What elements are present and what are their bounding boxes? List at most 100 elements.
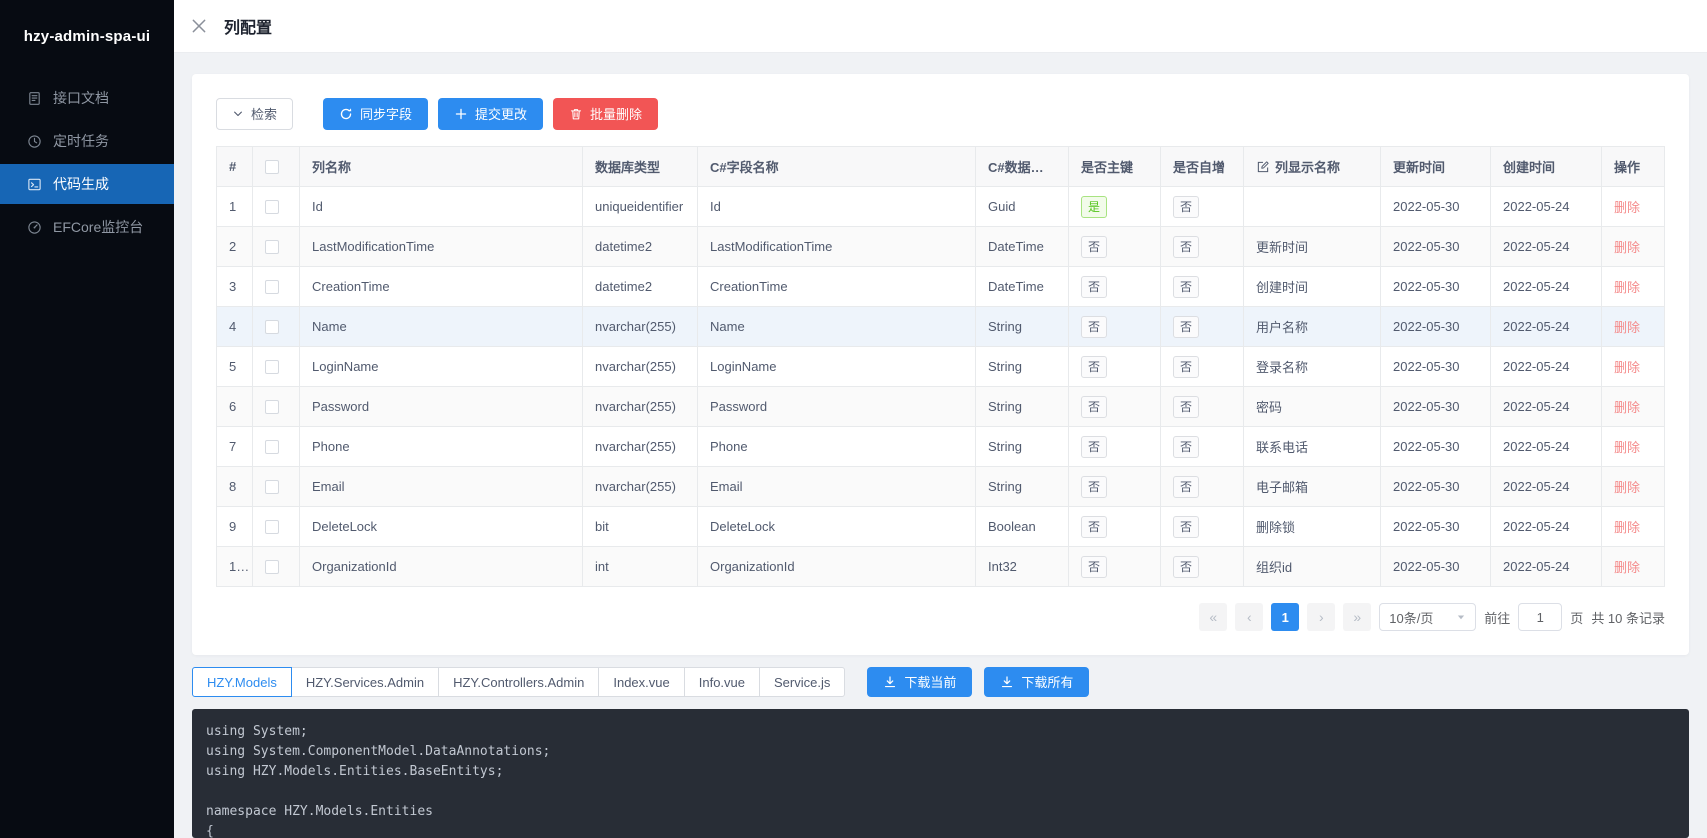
- sidebar-menu: 接口文档定时任务代码生成EFCore监控台: [0, 72, 174, 247]
- header-cs-data-type: C#数据类型: [976, 147, 1069, 187]
- primary-key-tag: 否: [1081, 516, 1107, 538]
- row-checkbox[interactable]: [265, 440, 279, 454]
- header-index: #: [217, 147, 253, 187]
- cell-actions: 删除: [1602, 187, 1665, 227]
- total-records: 共 10 条记录: [1591, 608, 1665, 627]
- table-row: 1IduniqueidentifierIdGuid是否2022-05-30202…: [217, 187, 1665, 227]
- primary-key-tag: 否: [1081, 316, 1107, 338]
- cell-column-name: Name: [300, 307, 583, 347]
- delete-row-button[interactable]: 删除: [1614, 200, 1640, 215]
- cell-display-name[interactable]: 组织id: [1244, 547, 1381, 587]
- cell-display-name[interactable]: 登录名称: [1244, 347, 1381, 387]
- cell-cs-field-name: Id: [698, 187, 976, 227]
- page-size-select[interactable]: 10条/页: [1379, 603, 1476, 631]
- header-is-primary-key: 是否主键: [1069, 147, 1161, 187]
- row-checkbox[interactable]: [265, 280, 279, 294]
- search-toggle-button[interactable]: 检索: [216, 98, 293, 130]
- cell-db-type: nvarchar(255): [583, 387, 698, 427]
- next-page-button[interactable]: ›: [1307, 603, 1335, 631]
- delete-row-button[interactable]: 删除: [1614, 280, 1640, 295]
- cell-cs-field-name: Password: [698, 387, 976, 427]
- cell-is-auto-increment: 否: [1161, 467, 1244, 507]
- cell-created-at: 2022-05-24: [1491, 347, 1602, 387]
- tab-hzy-controllers-admin[interactable]: HZY.Controllers.Admin: [438, 667, 599, 697]
- cell-cs-field-name: OrganizationId: [698, 547, 976, 587]
- delete-row-button[interactable]: 删除: [1614, 360, 1640, 375]
- cell-is-primary-key: 否: [1069, 547, 1161, 587]
- table-row: 2LastModificationTimedatetime2LastModifi…: [217, 227, 1665, 267]
- row-checkbox[interactable]: [265, 240, 279, 254]
- row-checkbox[interactable]: [265, 520, 279, 534]
- row-checkbox[interactable]: [265, 320, 279, 334]
- delete-row-button[interactable]: 删除: [1614, 440, 1640, 455]
- cell-display-name[interactable]: 更新时间: [1244, 227, 1381, 267]
- first-page-button[interactable]: «: [1199, 603, 1227, 631]
- file-tabs: HZY.ModelsHZY.Services.AdminHZY.Controll…: [192, 667, 845, 697]
- cell-is-primary-key: 否: [1069, 507, 1161, 547]
- sidebar-item-scheduled-tasks[interactable]: 定时任务: [0, 121, 174, 161]
- delete-row-button[interactable]: 删除: [1614, 480, 1640, 495]
- submit-changes-button[interactable]: 提交更改: [438, 98, 543, 130]
- goto-page-input[interactable]: [1518, 603, 1562, 631]
- cell-created-at: 2022-05-24: [1491, 307, 1602, 347]
- batch-delete-button[interactable]: 批量删除: [553, 98, 658, 130]
- edit-icon: [1256, 160, 1270, 174]
- cell-select: [253, 507, 300, 547]
- table-row: 10OrganizationIdintOrganizationIdInt32否否…: [217, 547, 1665, 587]
- cell-actions: 删除: [1602, 227, 1665, 267]
- cell-display-name[interactable]: 用户名称: [1244, 307, 1381, 347]
- code-preview: using System;using System.ComponentModel…: [192, 709, 1689, 838]
- cell-display-name[interactable]: 联系电话: [1244, 427, 1381, 467]
- cell-select: [253, 427, 300, 467]
- sidebar-item-efcore-monitor[interactable]: EFCore监控台: [0, 207, 174, 247]
- cell-cs-field-name: Phone: [698, 427, 976, 467]
- cell-column-name: LastModificationTime: [300, 227, 583, 267]
- cell-updated-at: 2022-05-30: [1381, 187, 1491, 227]
- sidebar-item-api-docs[interactable]: 接口文档: [0, 78, 174, 118]
- close-icon[interactable]: [190, 17, 208, 35]
- page-button-1[interactable]: 1: [1271, 603, 1299, 631]
- cell-updated-at: 2022-05-30: [1381, 467, 1491, 507]
- sync-fields-button[interactable]: 同步字段: [323, 98, 428, 130]
- row-checkbox[interactable]: [265, 360, 279, 374]
- delete-row-button[interactable]: 删除: [1614, 240, 1640, 255]
- row-checkbox[interactable]: [265, 200, 279, 214]
- download-icon: [1000, 675, 1014, 689]
- auto-increment-tag: 否: [1173, 276, 1199, 298]
- row-checkbox[interactable]: [265, 400, 279, 414]
- code-line: using System.ComponentModel.DataAnnotati…: [206, 742, 1675, 762]
- tab-service-js[interactable]: Service.js: [759, 667, 845, 697]
- sidebar-item-code-generation[interactable]: 代码生成: [0, 164, 174, 204]
- tab-hzy-models[interactable]: HZY.Models: [192, 667, 292, 697]
- auto-increment-tag: 否: [1173, 316, 1199, 338]
- cell-row-index: 2: [217, 227, 253, 267]
- cell-cs-data-type: String: [976, 387, 1069, 427]
- cell-column-name: OrganizationId: [300, 547, 583, 587]
- last-page-button[interactable]: »: [1343, 603, 1371, 631]
- download-current-button[interactable]: 下载当前: [867, 667, 972, 697]
- row-checkbox[interactable]: [265, 560, 279, 574]
- delete-row-button[interactable]: 删除: [1614, 560, 1640, 575]
- tab-index-vue[interactable]: Index.vue: [598, 667, 684, 697]
- delete-row-button[interactable]: 删除: [1614, 520, 1640, 535]
- delete-row-button[interactable]: 删除: [1614, 320, 1640, 335]
- auto-increment-tag: 否: [1173, 476, 1199, 498]
- main-area: 列配置 检索 同步字段: [174, 0, 1707, 838]
- table-row: 8Emailnvarchar(255)EmailString否否电子邮箱2022…: [217, 467, 1665, 507]
- download-all-button[interactable]: 下载所有: [984, 667, 1089, 697]
- prev-page-button[interactable]: ‹: [1235, 603, 1263, 631]
- cell-is-primary-key: 否: [1069, 427, 1161, 467]
- cell-display-name[interactable]: 删除锁: [1244, 507, 1381, 547]
- select-all-checkbox[interactable]: [265, 160, 279, 174]
- header-actions: 操作: [1602, 147, 1665, 187]
- tab-hzy-services-admin[interactable]: HZY.Services.Admin: [291, 667, 439, 697]
- tab-info-vue[interactable]: Info.vue: [684, 667, 760, 697]
- cell-display-name[interactable]: 创建时间: [1244, 267, 1381, 307]
- cell-display-name[interactable]: [1244, 187, 1381, 227]
- row-checkbox[interactable]: [265, 480, 279, 494]
- cell-is-primary-key: 否: [1069, 227, 1161, 267]
- delete-row-button[interactable]: 删除: [1614, 400, 1640, 415]
- cell-display-name[interactable]: 密码: [1244, 387, 1381, 427]
- primary-key-tag: 否: [1081, 436, 1107, 458]
- cell-display-name[interactable]: 电子邮箱: [1244, 467, 1381, 507]
